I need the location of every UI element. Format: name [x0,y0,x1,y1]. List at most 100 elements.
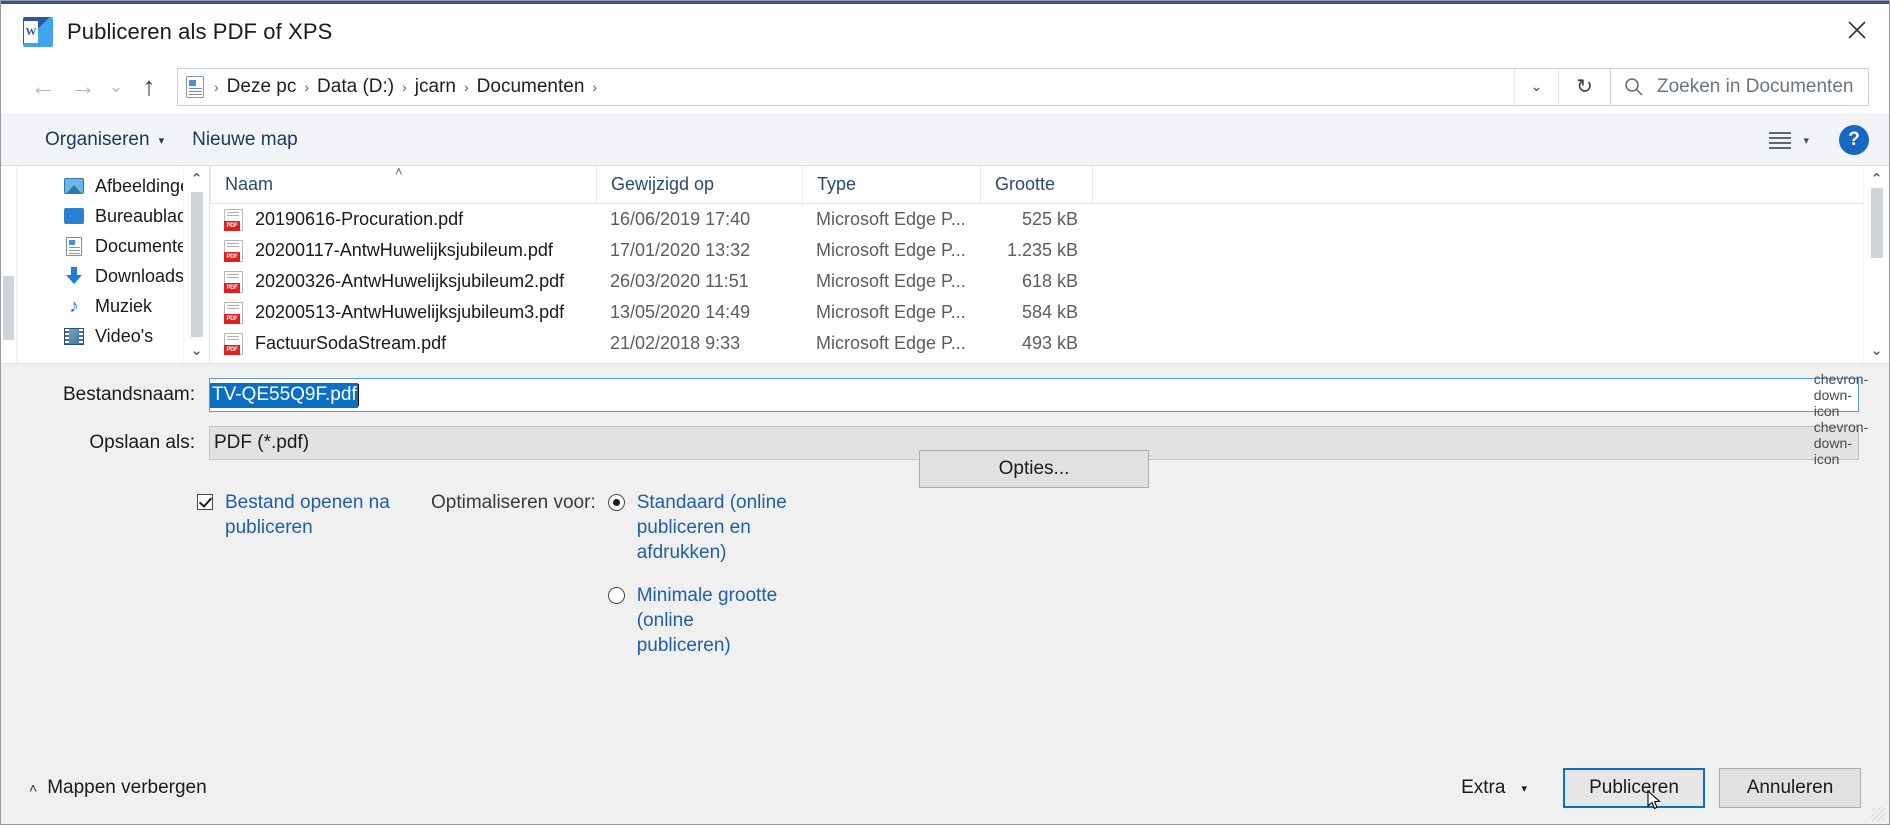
optimize-radio-group: Standaard (online publiceren en afdrukke… [608,490,789,676]
word-icon: W [23,17,53,47]
close-icon[interactable] [1825,1,1889,59]
search-icon [1611,69,1657,105]
filetype-label: Opslaan als: [1,432,209,454]
file-type-cell: Microsoft Edge P... [802,333,980,354]
organize-label: Organiseren [45,129,150,151]
window-title: Publiceren als PDF of XPS [67,19,332,45]
view-layout-button[interactable]: ▾ [1761,125,1817,155]
search-input[interactable]: Zoeken in Documenten [1657,76,1853,98]
organize-button[interactable]: Organiseren ▾ [31,123,178,157]
scroll-up-arrow-icon[interactable]: ⌃ [1870,170,1883,188]
radio-minimale-grootte[interactable]: Minimale grootte (online publiceren) [608,583,789,658]
breadcrumb-separator: › [590,79,599,95]
pdf-file-icon: PDF [224,302,243,324]
navpane-item-bureaublad[interactable]: Bureaublad [17,201,209,231]
chevron-down-icon[interactable]: chevron-down-icon [1824,427,1858,459]
back-arrow-icon[interactable]: ← [23,67,63,107]
scroll-down-arrow-icon[interactable]: ⌄ [1870,341,1883,359]
cancel-button[interactable]: Annuleren [1719,768,1861,808]
scrollbar-thumb[interactable] [3,276,14,340]
dialog-left-scrollbar[interactable] [1,166,17,363]
file-modified-cell: 17/01/2020 13:32 [596,240,802,261]
chevron-down-icon[interactable]: chevron-down-icon [1824,379,1858,411]
scroll-down-arrow-icon[interactable]: ⌄ [190,341,203,359]
opties-button[interactable]: Opties... [919,450,1149,488]
address-bar[interactable]: › Deze pc › Data (D:) › jcarn › Document… [177,68,1611,106]
scrollbar-thumb[interactable] [191,192,203,337]
table-row[interactable]: PDF 20200117-AntwHuwelijksjubileum.pdf 1… [210,235,1889,266]
up-arrow-icon[interactable]: ↑ [129,67,169,107]
column-header-type[interactable]: Type [802,166,980,204]
navpane-item-videos[interactable]: Video's [17,321,209,351]
save-options-panel: Bestandsnaam: TV-QE55Q9F.pdf chevron-dow… [1,364,1889,824]
breadcrumb-separator: › [212,79,221,95]
chevron-down-icon[interactable]: ⌄ [1514,69,1558,105]
breadcrumb-separator: › [462,79,471,95]
file-list: ˄ Naam Gewijzigd op Type Grootte PDF 201… [209,166,1889,363]
file-name-cell: PDF 20190616-Procuration.pdf [210,209,596,231]
file-type-cell: Microsoft Edge P... [802,302,980,323]
column-header-gewijzigd-op[interactable]: Gewijzigd op [596,166,802,204]
file-size-cell: 584 kB [980,302,1092,323]
breadcrumb-separator: › [400,79,409,95]
breadcrumb-item-deze-pc[interactable]: Deze pc [221,74,303,100]
navpane-item-afbeeldingen[interactable]: Afbeeldingen [17,171,209,201]
text-cursor [358,384,359,406]
search-box[interactable]: Zoeken in Documenten [1611,68,1869,106]
help-button[interactable]: ? [1839,125,1869,155]
table-row[interactable]: PDF 20200326-AntwHuwelijksjubileum2.pdf … [210,266,1889,297]
refresh-icon[interactable]: ↻ [1558,69,1610,105]
navpane-item-documenten[interactable]: Documenten [17,231,209,261]
file-modified-cell: 16/06/2019 17:40 [596,209,802,230]
optimize-for-group: Optimaliseren voor: Standaard (online pu… [431,490,789,676]
breadcrumb: › Deze pc › Data (D:) › jcarn › Document… [212,74,1514,100]
filename-value: TV-QE55Q9F.pdf [210,383,358,408]
navpane-item-label: Bureaublad [95,206,187,227]
table-row[interactable]: PDF 20190616-Procuration.pdf 16/06/2019 … [210,204,1889,235]
recent-locations-chevron-icon[interactable]: ⌄ [103,67,129,107]
forward-arrow-icon[interactable]: → [63,67,103,107]
file-name-label: 20200326-AntwHuwelijksjubileum2.pdf [255,271,564,292]
column-header-filler [1092,166,1889,204]
navigation-pane: Afbeeldingen Bureaublad Documenten Downl… [17,166,209,363]
file-list-scrollbar[interactable]: ⌃ ⌄ [1863,166,1889,363]
navpane-item-label: Downloads [95,266,184,287]
open-after-publish-checkbox[interactable]: Bestand openen na publiceren [197,490,427,540]
breadcrumb-item-jcarn[interactable]: jcarn [409,74,462,100]
column-header-naam[interactable]: Naam [210,166,596,204]
new-folder-button[interactable]: Nieuwe map [178,123,312,157]
radio-button-icon[interactable] [608,587,625,604]
file-name-cell: PDF 20200117-AntwHuwelijksjubileum.pdf [210,240,596,262]
navpane-item-muziek[interactable]: ♪ Muziek [17,291,209,321]
radio-standaard[interactable]: Standaard (online publiceren en afdrukke… [608,490,789,565]
navpane-item-label: Documenten [95,236,197,257]
table-row[interactable]: PDF 20200513-AntwHuwelijksjubileum3.pdf … [210,297,1889,328]
breadcrumb-item-documenten[interactable]: Documenten [471,74,591,100]
radio-standaard-label: Standaard (online publiceren en afdrukke… [637,490,789,565]
file-list-header: ˄ Naam Gewijzigd op Type Grootte [210,166,1889,204]
checkbox-icon[interactable] [197,494,213,510]
radio-button-icon[interactable] [608,494,625,511]
extra-button[interactable]: Extra ▾ [1447,769,1541,807]
file-size-cell: 493 kB [980,333,1092,354]
publish-label: Publiceren [1589,777,1679,799]
resize-grip[interactable] [1871,807,1885,821]
navpane-scrollbar[interactable]: ⌃ ⌄ [183,166,209,363]
chevron-down-icon: ▾ [1521,782,1527,795]
radio-minimale-grootte-label: Minimale grootte (online publiceren) [637,583,789,658]
scrollbar-thumb[interactable] [1871,188,1883,258]
scroll-up-arrow-icon[interactable]: ⌃ [190,170,203,188]
file-size-cell: 618 kB [980,271,1092,292]
filename-input[interactable]: TV-QE55Q9F.pdf chevron-down-icon [209,378,1859,412]
navpane-item-downloads[interactable]: Downloads [17,261,209,291]
file-size-cell: 525 kB [980,209,1092,230]
navpane-item-label: Muziek [95,296,152,317]
table-row[interactable]: PDF FactuurSodaStream.pdf 21/02/2018 9:3… [210,328,1889,359]
breadcrumb-item-data-d[interactable]: Data (D:) [311,74,400,100]
dialog-footer: ˄ Mappen verbergen Extra ▾ Publiceren An… [1,752,1889,824]
file-name-label: 20190616-Procuration.pdf [255,209,463,230]
column-header-grootte[interactable]: Grootte [980,166,1092,204]
publish-button[interactable]: Publiceren [1563,768,1705,808]
hide-folders-button[interactable]: ˄ Mappen verbergen [29,777,207,799]
chevron-down-icon: ▾ [159,134,165,147]
